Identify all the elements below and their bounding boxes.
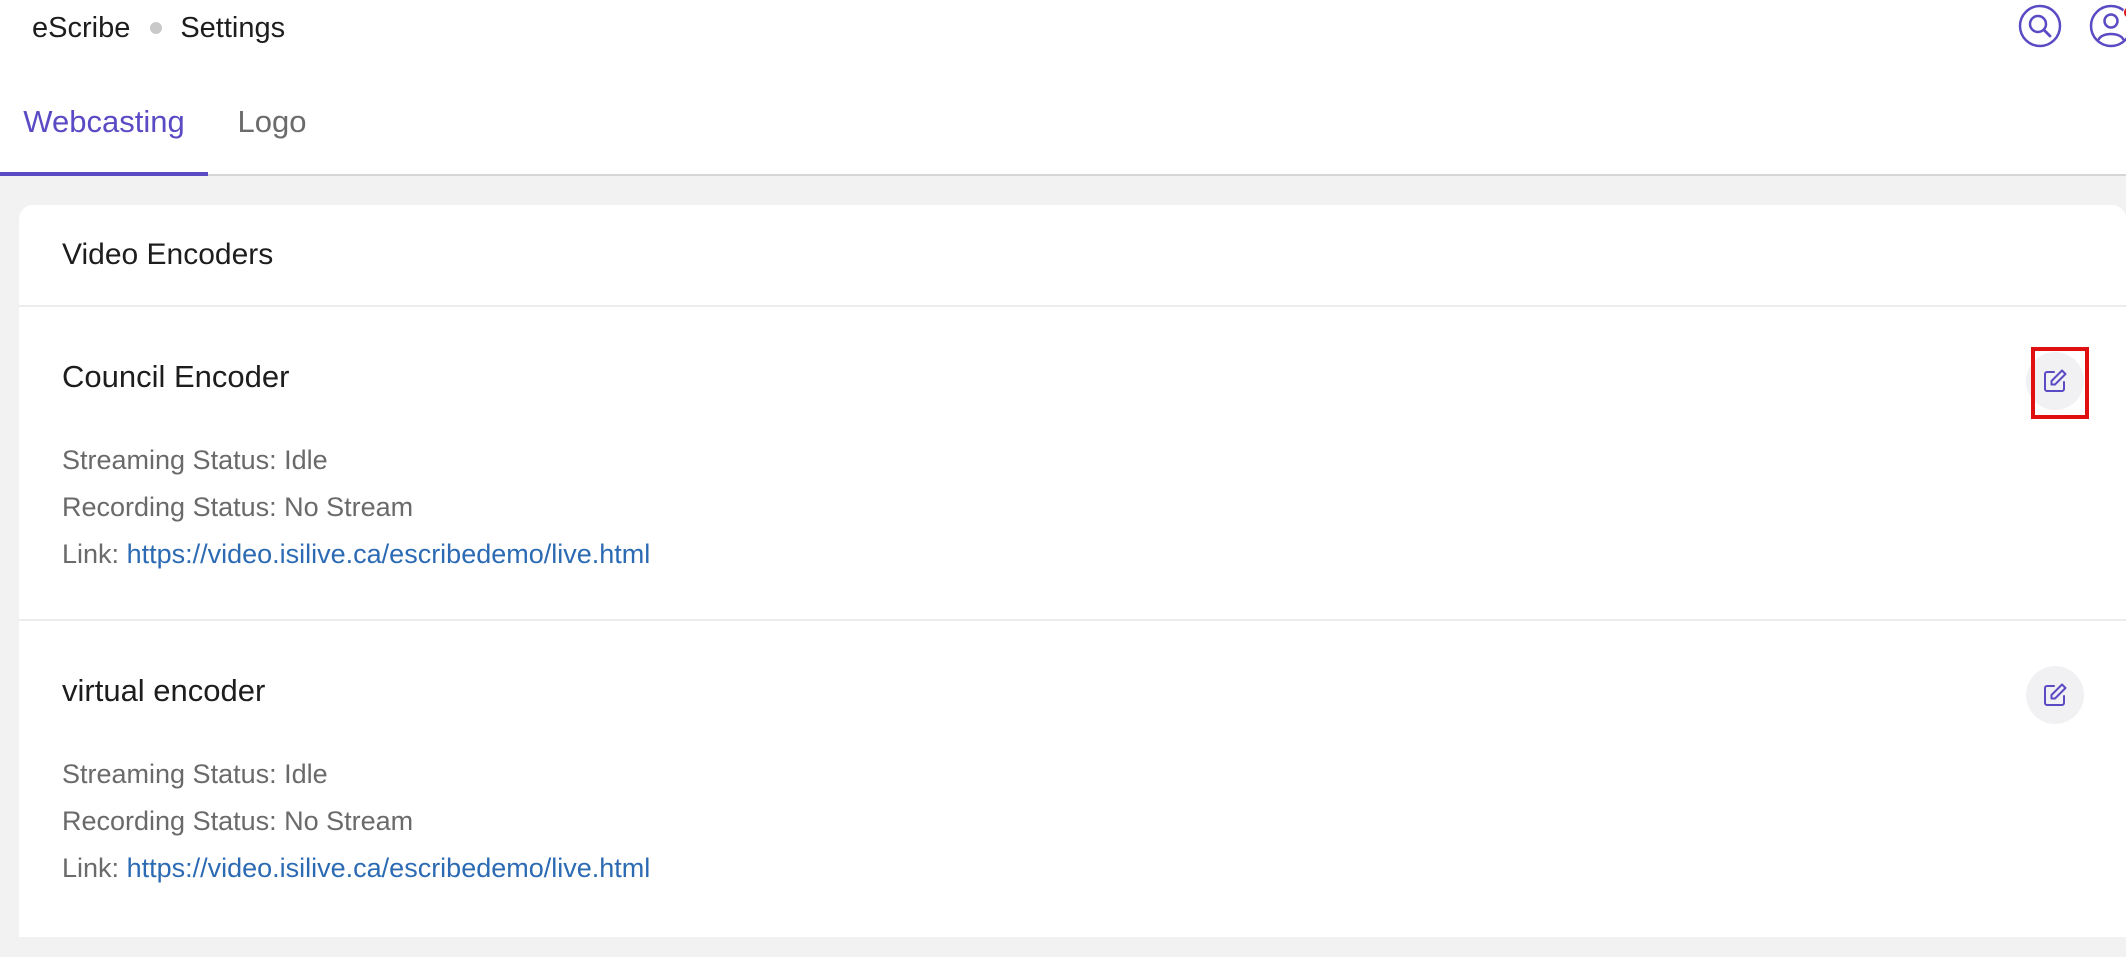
breadcrumb-app[interactable]: eScribe — [32, 12, 130, 45]
encoder-link-row: Link: https://video.isilive.ca/escribede… — [62, 539, 650, 570]
breadcrumb-separator — [150, 22, 163, 34]
link-label: Link: — [62, 853, 120, 883]
recording-status: Recording Status: No Stream — [62, 806, 414, 836]
encoder-link[interactable]: https://video.isilive.ca/escribedemo/liv… — [127, 853, 651, 883]
streaming-status: Streaming Status: Idle — [62, 759, 328, 789]
user-account-icon — [2089, 4, 2126, 48]
search-button[interactable] — [2018, 4, 2062, 48]
encoder-link-row: Link: https://video.isilive.ca/escribede… — [62, 853, 650, 884]
tab-webcasting[interactable]: Webcasting — [0, 70, 208, 176]
video-encoders-card: Video Encoders Council Encoder Streaming… — [19, 205, 2126, 937]
edit-encoder-button[interactable] — [2026, 666, 2084, 724]
encoder-name: virtual encoder — [62, 673, 266, 708]
encoder-item: Council Encoder Streaming Status: Idle R… — [19, 307, 2126, 621]
search-icon — [2018, 4, 2062, 48]
link-label: Link: — [62, 539, 120, 569]
encoder-link[interactable]: https://video.isilive.ca/escribedemo/liv… — [127, 539, 651, 569]
encoder-item: virtual encoder Streaming Status: Idle R… — [19, 621, 2126, 935]
edit-icon — [2044, 369, 2067, 392]
edit-icon — [2044, 683, 2067, 706]
user-account-button[interactable] — [2089, 4, 2126, 48]
recording-status: Recording Status: No Stream — [62, 492, 414, 522]
section-title: Video Encoders — [19, 205, 2126, 307]
streaming-status: Streaming Status: Idle — [62, 445, 328, 475]
encoder-name: Council Encoder — [62, 359, 290, 394]
breadcrumb-page: Settings — [180, 11, 286, 44]
tab-bar: Webcasting Logo — [0, 70, 2126, 176]
top-bar: eScribe Settings — [0, 0, 2126, 70]
edit-encoder-button[interactable] — [2026, 352, 2084, 410]
breadcrumb: eScribe Settings — [32, 10, 285, 46]
tab-logo[interactable]: Logo — [208, 70, 336, 174]
